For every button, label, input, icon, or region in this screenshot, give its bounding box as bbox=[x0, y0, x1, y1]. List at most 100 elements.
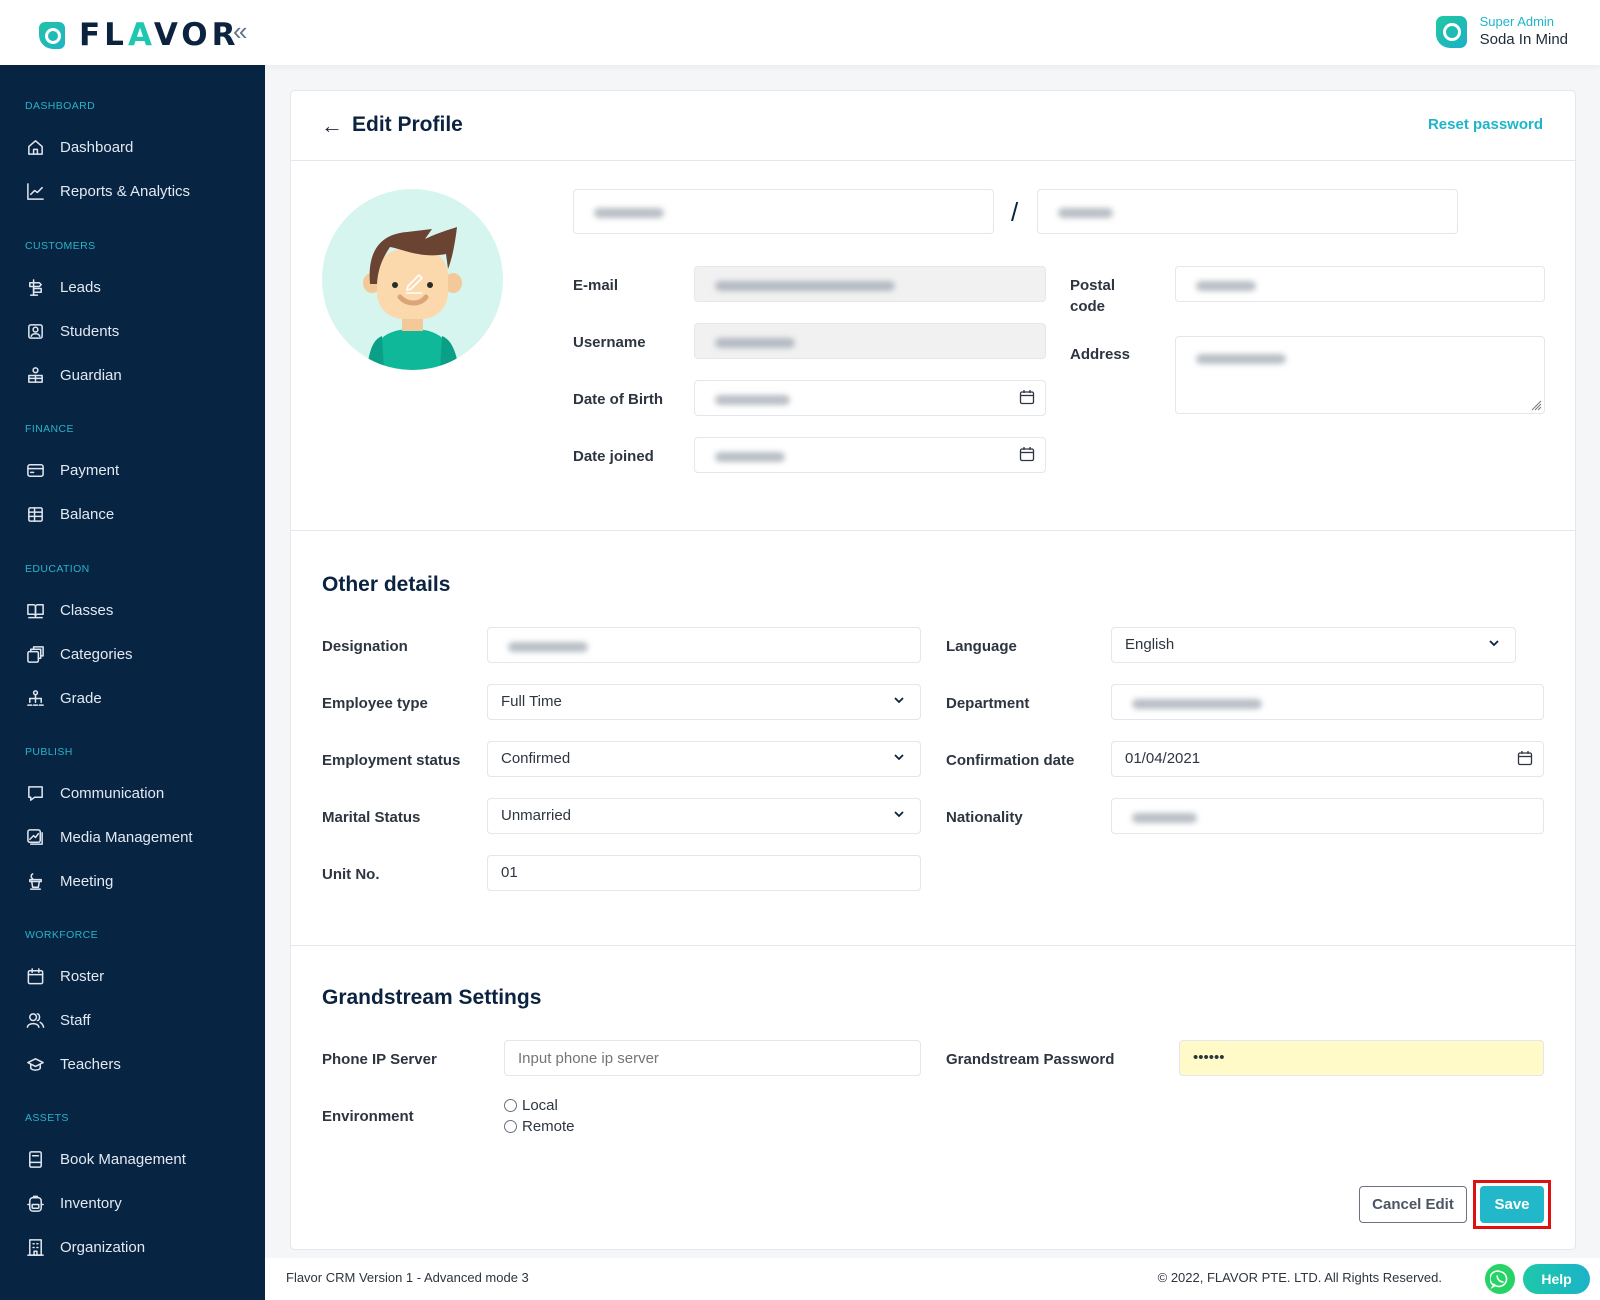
chat-icon bbox=[25, 783, 45, 803]
employee-type-label: Employee type bbox=[322, 695, 428, 712]
user-name: Soda In Mind bbox=[1479, 31, 1568, 48]
sidebar-heading: FINANCE bbox=[25, 423, 74, 435]
back-arrow-icon[interactable]: ← bbox=[321, 113, 343, 139]
sidebar-item-label: Staff bbox=[60, 1011, 91, 1029]
sidebar-item-label: Inventory bbox=[60, 1194, 122, 1212]
sidebar-item-reports-analytics[interactable]: Reports & Analytics bbox=[0, 169, 265, 213]
save-button[interactable]: Save bbox=[1480, 1186, 1544, 1223]
graduation-cap-icon bbox=[25, 1054, 45, 1074]
sidebar-item-leads[interactable]: Leads bbox=[0, 265, 265, 309]
cancel-edit-button[interactable]: Cancel Edit bbox=[1359, 1186, 1467, 1223]
sidebar-item-teachers[interactable]: Teachers bbox=[0, 1042, 265, 1086]
radio-button[interactable] bbox=[504, 1099, 517, 1112]
employment-status-select[interactable]: Confirmed bbox=[487, 741, 921, 777]
user-menu[interactable]: Super Admin Soda In Mind bbox=[1435, 14, 1568, 50]
calendar-icon[interactable] bbox=[1019, 446, 1035, 462]
sidebar-section-finance: FINANCE Payment Balance bbox=[0, 422, 265, 536]
resize-handle-icon[interactable] bbox=[1530, 399, 1542, 411]
confirmation-date-input[interactable]: 01/04/2021 bbox=[1111, 741, 1544, 777]
image-stack-icon bbox=[25, 827, 45, 847]
chevron-down-icon bbox=[894, 697, 904, 704]
other-details-title: Other details bbox=[322, 573, 451, 596]
sidebar-item-label: Categories bbox=[60, 645, 133, 663]
calendar-icon[interactable] bbox=[1517, 750, 1533, 766]
sidebar-item-label: Roster bbox=[60, 967, 105, 985]
reset-password-link[interactable]: Reset password bbox=[1428, 116, 1543, 133]
sidebar-section-dashboard: DASHBOARD Dashboard Reports & Analytics bbox=[0, 99, 265, 213]
department-input[interactable] bbox=[1111, 684, 1544, 720]
address-label: Address bbox=[1070, 346, 1131, 363]
sidebar-heading: EDUCATION bbox=[25, 563, 90, 575]
employee-type-select[interactable]: Full Time bbox=[487, 684, 921, 720]
sidebar-item-classes[interactable]: Classes bbox=[0, 588, 265, 632]
sidebar-item-label: Grade bbox=[60, 689, 102, 707]
sidebar-item-book-management[interactable]: Book Management bbox=[0, 1137, 265, 1181]
postal-code-input[interactable] bbox=[1175, 266, 1545, 302]
sidebar-item-categories[interactable]: Categories bbox=[0, 632, 265, 676]
calendar-icon[interactable] bbox=[1019, 389, 1035, 405]
password-value: •••••• bbox=[1193, 1049, 1225, 1066]
sidebar-section-assets: ASSETS Book Management Inventory Organizati… bbox=[0, 1111, 265, 1269]
email-input[interactable] bbox=[694, 266, 1046, 302]
sidebar-section-customers: CUSTOMERS Leads Students Guardian bbox=[0, 239, 265, 397]
page-title: Edit Profile bbox=[352, 113, 463, 136]
sidebar-item-payment[interactable]: Payment bbox=[0, 448, 265, 492]
sidebar-item-label: Organization bbox=[60, 1238, 146, 1256]
home-icon bbox=[25, 137, 45, 157]
employment-status-value: Confirmed bbox=[501, 750, 571, 767]
sidebar-item-staff[interactable]: Staff bbox=[0, 998, 265, 1042]
sidebar-section-education: EDUCATION Classes Categories Grade bbox=[0, 562, 265, 720]
nationality-input[interactable] bbox=[1111, 798, 1544, 834]
sidebar-item-label: Media Management bbox=[60, 828, 193, 846]
username-label: Username bbox=[573, 334, 646, 351]
sidebar-item-roster[interactable]: Roster bbox=[0, 954, 265, 998]
double-chevron-left-icon[interactable]: « bbox=[233, 18, 247, 44]
grandstream-title: Grandstream Settings bbox=[322, 986, 542, 1009]
sidebar-item-balance[interactable]: Balance bbox=[0, 492, 265, 536]
sidebar-item-media-management[interactable]: Media Management bbox=[0, 815, 265, 859]
unit-no-input[interactable]: 01 bbox=[487, 855, 921, 891]
user-square-icon bbox=[25, 321, 45, 341]
stack-icon bbox=[25, 644, 45, 664]
profile-avatar[interactable] bbox=[322, 189, 503, 370]
sidebar-item-inventory[interactable]: Inventory bbox=[0, 1181, 265, 1225]
user-avatar bbox=[1435, 16, 1467, 48]
employee-type-value: Full Time bbox=[501, 693, 562, 710]
flavor-logo[interactable]: FLAVOR bbox=[39, 17, 240, 53]
book-open-icon bbox=[25, 600, 45, 620]
language-select[interactable]: English bbox=[1111, 627, 1516, 663]
date-joined-input[interactable] bbox=[694, 437, 1046, 473]
username-input[interactable] bbox=[694, 323, 1046, 359]
book-icon bbox=[25, 1149, 45, 1169]
signpost-icon bbox=[25, 277, 45, 297]
help-button[interactable]: Help bbox=[1523, 1264, 1590, 1294]
whatsapp-button[interactable] bbox=[1485, 1264, 1515, 1294]
environment-radio-remote[interactable]: Remote bbox=[504, 1118, 575, 1135]
department-label: Department bbox=[946, 695, 1030, 712]
hierarchy-icon bbox=[25, 688, 45, 708]
designation-input[interactable] bbox=[487, 627, 921, 663]
environment-radio-local[interactable]: Local bbox=[504, 1097, 558, 1114]
sidebar-item-dashboard[interactable]: Dashboard bbox=[0, 125, 265, 169]
sidebar-heading: PUBLISH bbox=[25, 746, 73, 758]
sidebar-heading: CUSTOMERS bbox=[25, 240, 96, 252]
profile-section: / E-mail Username Date of Birth Date joi… bbox=[291, 161, 1575, 531]
sidebar-item-guardian[interactable]: Guardian bbox=[0, 353, 265, 397]
grandstream-password-label: Grandstream Password bbox=[946, 1051, 1115, 1068]
sidebar-item-grade[interactable]: Grade bbox=[0, 676, 265, 720]
copyright-text: © 2022, FLAVOR PTE. LTD. All Rights Rese… bbox=[1157, 1270, 1442, 1285]
sidebar-item-meeting[interactable]: Meeting bbox=[0, 859, 265, 903]
unit-no-value: 01 bbox=[501, 864, 518, 881]
first-name-input[interactable] bbox=[573, 189, 994, 234]
phone-ip-input[interactable] bbox=[504, 1040, 921, 1076]
grandstream-password-input[interactable]: •••••• bbox=[1179, 1040, 1544, 1076]
marital-status-select[interactable]: Unmarried bbox=[487, 798, 921, 834]
sidebar-item-organization[interactable]: Organization bbox=[0, 1225, 265, 1269]
sidebar-item-label: Payment bbox=[60, 461, 120, 479]
radio-button[interactable] bbox=[504, 1120, 517, 1133]
sidebar-item-students[interactable]: Students bbox=[0, 309, 265, 353]
last-name-input[interactable] bbox=[1037, 189, 1458, 234]
sidebar-item-communication[interactable]: Communication bbox=[0, 771, 265, 815]
address-textarea[interactable] bbox=[1175, 336, 1545, 414]
dob-input[interactable] bbox=[694, 380, 1046, 416]
